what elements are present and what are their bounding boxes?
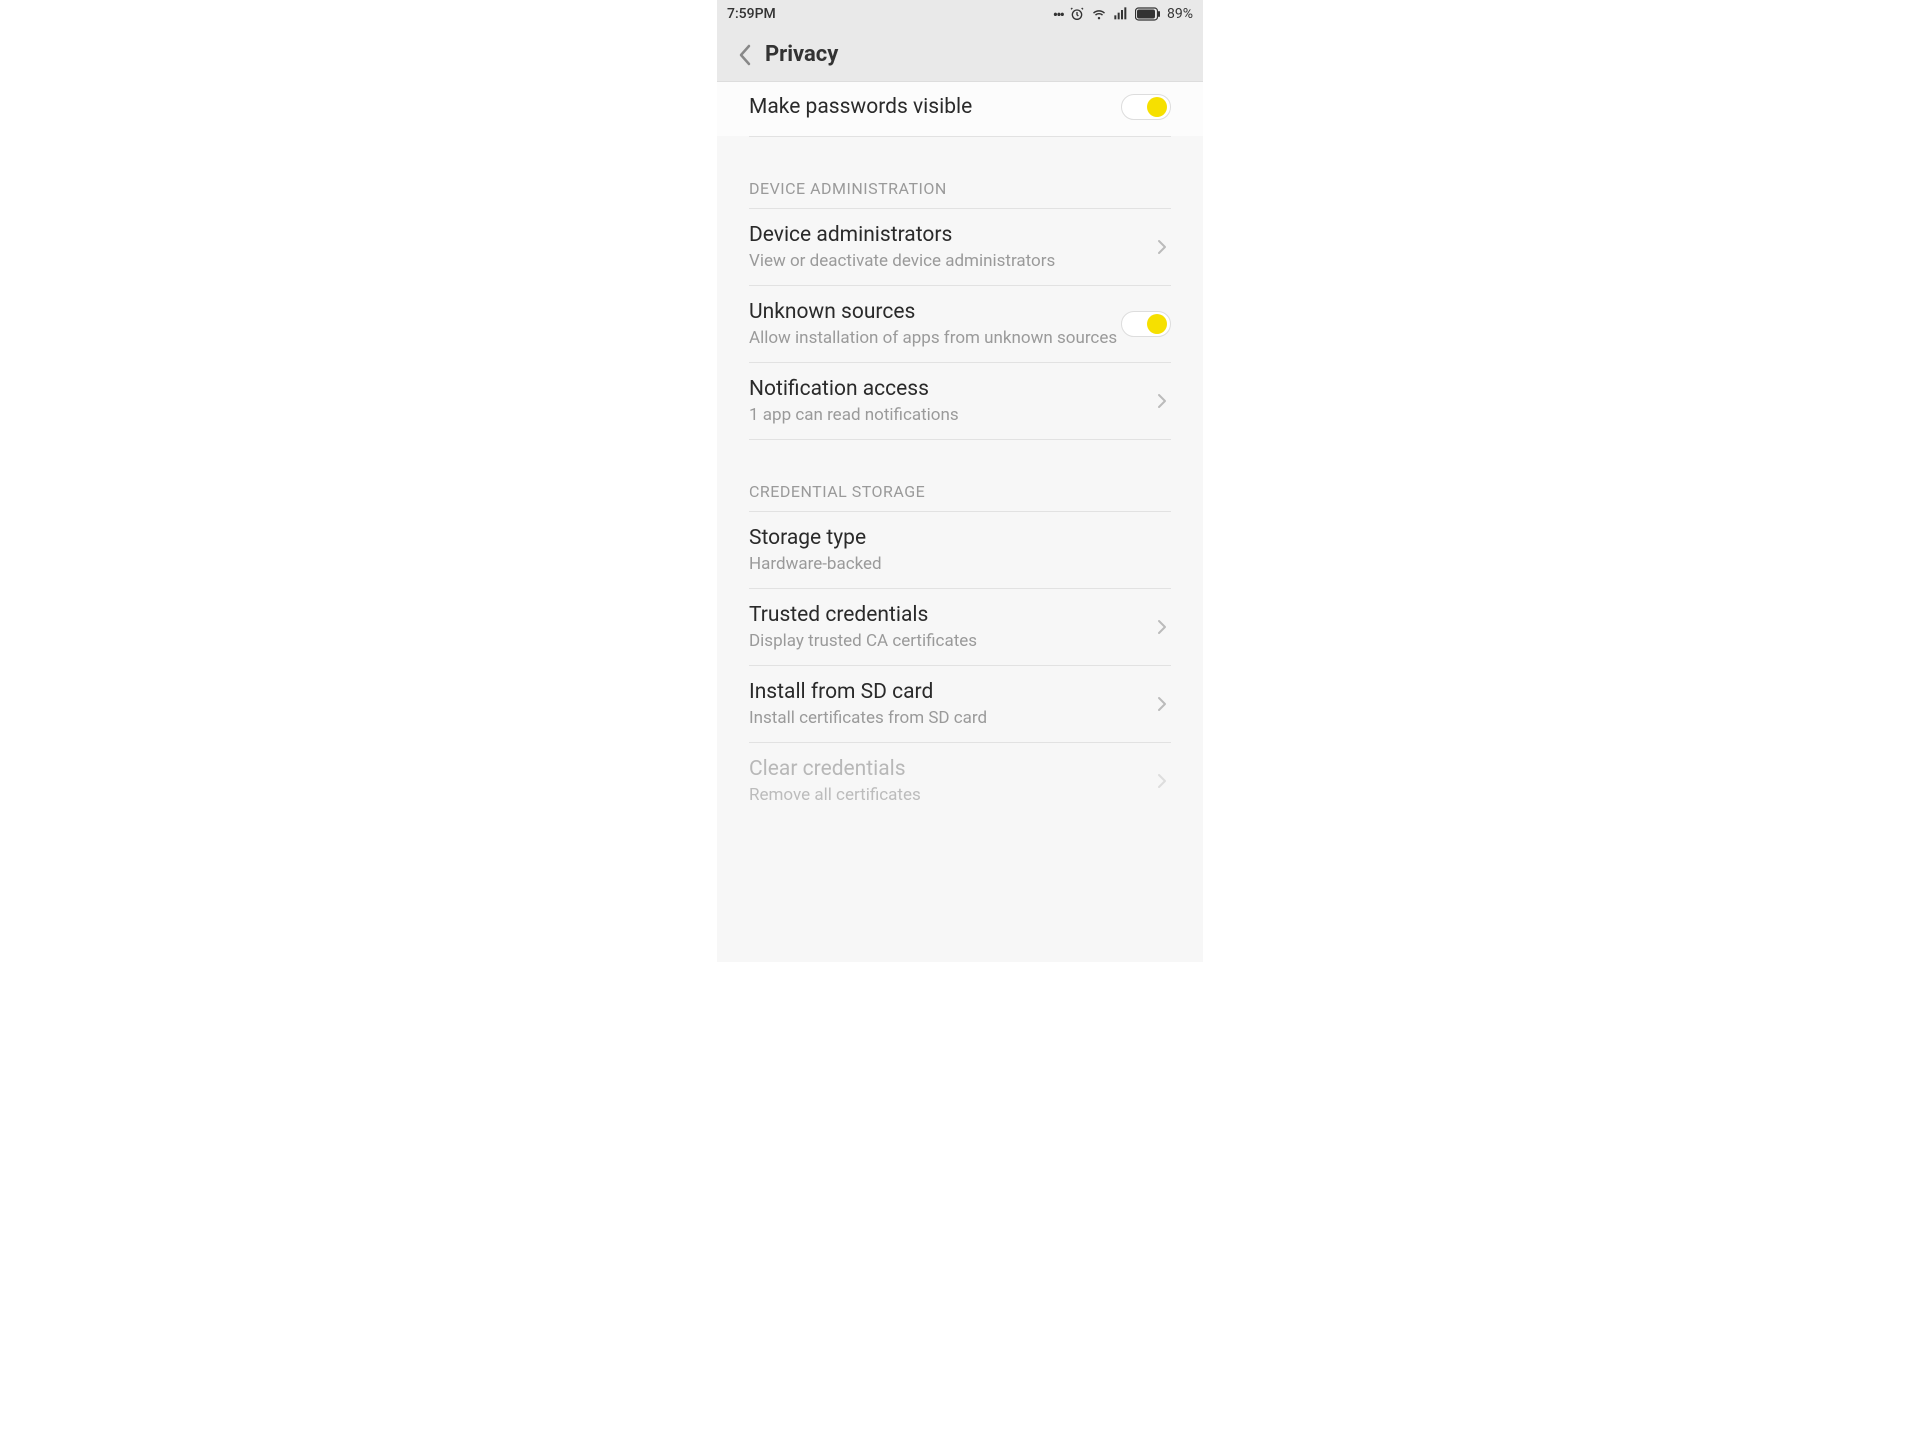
wifi-icon <box>1091 6 1107 22</box>
toggle-knob <box>1147 97 1167 117</box>
row-subtitle: Install certificates from SD card <box>749 708 1153 728</box>
chevron-right-icon <box>1153 772 1171 790</box>
section-header-device-administration: DEVICE ADMINISTRATION <box>717 179 1203 208</box>
settings-list: Make passwords visible DEVICE ADMINISTRA… <box>717 82 1203 962</box>
section-gap <box>717 440 1203 482</box>
battery-icon <box>1135 7 1161 21</box>
row-clear-credentials: Clear credentials Remove all certificate… <box>717 743 1203 819</box>
more-icon: ••• <box>1053 5 1063 24</box>
row-title: Notification access <box>749 377 1153 401</box>
chevron-right-icon <box>1153 238 1171 256</box>
bottom-padding <box>717 819 1203 879</box>
row-title: Make passwords visible <box>749 95 1121 119</box>
page-title: Privacy <box>765 42 838 67</box>
row-subtitle: Allow installation of apps from unknown … <box>749 328 1121 348</box>
row-title: Device administrators <box>749 223 1153 247</box>
section-header-credential-storage: CREDENTIAL STORAGE <box>717 482 1203 511</box>
status-bar: 7:59PM ••• 89% <box>717 0 1203 28</box>
row-title: Install from SD card <box>749 680 1153 704</box>
row-subtitle: View or deactivate device administrators <box>749 251 1153 271</box>
chevron-right-icon <box>1153 695 1171 713</box>
row-device-administrators[interactable]: Device administrators View or deactivate… <box>717 209 1203 285</box>
alarm-icon <box>1069 6 1085 22</box>
status-time: 7:59PM <box>727 6 776 22</box>
row-make-passwords-visible[interactable]: Make passwords visible <box>717 82 1203 136</box>
status-icons: ••• 89% <box>1053 5 1193 24</box>
section-gap <box>717 137 1203 179</box>
title-bar: Privacy <box>717 28 1203 82</box>
row-storage-type[interactable]: Storage type Hardware-backed <box>717 512 1203 588</box>
row-subtitle: Remove all certificates <box>749 785 1153 805</box>
row-title: Storage type <box>749 526 1171 550</box>
row-unknown-sources[interactable]: Unknown sources Allow installation of ap… <box>717 286 1203 362</box>
row-trusted-credentials[interactable]: Trusted credentials Display trusted CA c… <box>717 589 1203 665</box>
chevron-right-icon <box>1153 392 1171 410</box>
row-title: Clear credentials <box>749 757 1153 781</box>
signal-icon <box>1113 6 1129 22</box>
phone-frame: 7:59PM ••• 89% Privacy Make pa <box>717 0 1203 962</box>
row-notification-access[interactable]: Notification access 1 app can read notif… <box>717 363 1203 439</box>
toggle-unknown-sources[interactable] <box>1121 311 1171 337</box>
row-subtitle: 1 app can read notifications <box>749 405 1153 425</box>
row-subtitle: Hardware-backed <box>749 554 1171 574</box>
row-subtitle: Display trusted CA certificates <box>749 631 1153 651</box>
row-install-from-sd[interactable]: Install from SD card Install certificate… <box>717 666 1203 742</box>
battery-percent: 89% <box>1167 6 1193 22</box>
toggle-knob <box>1147 314 1167 334</box>
row-title: Unknown sources <box>749 300 1121 324</box>
toggle-make-passwords-visible[interactable] <box>1121 94 1171 120</box>
chevron-right-icon <box>1153 618 1171 636</box>
chevron-left-icon <box>738 44 752 66</box>
row-title: Trusted credentials <box>749 603 1153 627</box>
back-button[interactable] <box>731 41 759 69</box>
